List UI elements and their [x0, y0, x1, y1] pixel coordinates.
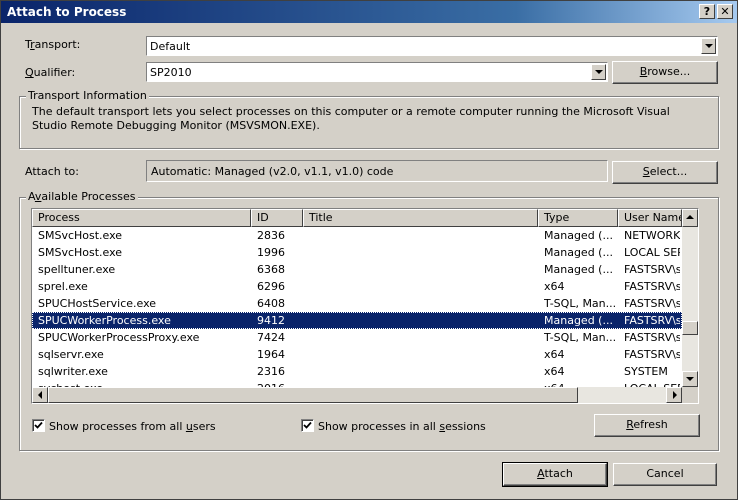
- dialog-title: Attach to Process: [7, 5, 127, 19]
- show-all-users-checkbox[interactable]: [32, 419, 45, 432]
- column-header-title[interactable]: Title: [303, 209, 538, 227]
- refresh-button[interactable]: Refresh: [594, 414, 700, 437]
- process-type-cell: T-SQL, Man...: [544, 331, 616, 344]
- process-name-cell: SPUCHostService.exe: [38, 297, 157, 310]
- scroll-left-button[interactable]: [32, 387, 48, 403]
- transport-information-text: The default transport lets you select pr…: [32, 105, 670, 132]
- chevron-down-icon[interactable]: [701, 38, 716, 54]
- attach-to-process-dialog: Attach to Process ? ✕ Transport: Default…: [0, 0, 738, 500]
- process-id-cell: 7424: [257, 331, 285, 344]
- process-type-cell: x64: [544, 280, 565, 293]
- process-type-cell: Managed (...: [544, 263, 613, 276]
- checkmark-icon: [34, 421, 43, 429]
- process-user-cell: FASTSRV\se: [624, 280, 680, 293]
- browse-button[interactable]: Browse...: [612, 61, 718, 84]
- horizontal-scrollbar[interactable]: [32, 387, 682, 403]
- help-button[interactable]: ?: [699, 4, 715, 19]
- column-header-process[interactable]: Process: [32, 209, 251, 227]
- process-name-cell: SMSvcHost.exe: [38, 246, 123, 259]
- process-type-cell: T-SQL, Man...: [544, 297, 616, 310]
- arrow-down-icon: [686, 377, 694, 381]
- cancel-button[interactable]: Cancel: [613, 463, 717, 486]
- checkmark-icon: [303, 421, 312, 429]
- qualifier-label: Qualifier:: [25, 66, 76, 79]
- process-user-cell: FASTSRV\se: [624, 297, 680, 310]
- arrow-right-icon: [673, 391, 677, 399]
- process-name-cell: SPUCWorkerProcessProxy.exe: [38, 331, 200, 344]
- process-id-cell: 6296: [257, 280, 285, 293]
- process-list-header: Process ID Title Type User Name: [32, 209, 682, 227]
- title-bar[interactable]: Attach to Process ? ✕: [1, 1, 737, 23]
- column-header-user-name[interactable]: User Name: [618, 209, 682, 227]
- close-button[interactable]: ✕: [717, 4, 733, 19]
- table-row[interactable]: SPUCWorkerProcess.exe 9412 Managed (... FAS…: [32, 312, 682, 329]
- scroll-right-button[interactable]: [666, 387, 682, 403]
- process-id-cell: 1996: [257, 246, 285, 259]
- process-type-cell: Managed (...: [544, 314, 613, 327]
- qualifier-value: SP2010: [150, 66, 192, 79]
- process-id-cell: 6368: [257, 263, 285, 276]
- process-name-cell: sqlservr.exe: [38, 348, 104, 361]
- process-type-cell: x64: [544, 365, 565, 378]
- process-user-cell: FASTSRV\se: [624, 263, 680, 276]
- process-id-cell: 2836: [257, 229, 285, 242]
- table-row[interactable]: SMSvcHost.exe 1996 Managed (... LOCAL SERVI…: [32, 244, 682, 261]
- process-user-cell: SYSTEM: [624, 365, 668, 378]
- attach-button[interactable]: Attach: [502, 462, 608, 487]
- process-user-cell: LOCAL SERVICE: [624, 246, 680, 259]
- process-name-cell: SMSvcHost.exe: [38, 229, 123, 242]
- process-user-cell: FASTSRV\sq: [624, 348, 680, 361]
- arrow-up-icon: [686, 215, 694, 219]
- show-all-sessions-checkbox[interactable]: [301, 419, 314, 432]
- process-name-cell: spelltuner.exe: [38, 263, 116, 276]
- table-row[interactable]: sprel.exe 6296 x64 FASTSRV\se: [32, 278, 682, 295]
- transport-information-group: Transport Information The default transp…: [19, 89, 719, 149]
- table-row[interactable]: SPUCWorkerProcessProxy.exe 7424 T-SQL, Man…: [32, 329, 682, 346]
- process-id-cell: 6408: [257, 297, 285, 310]
- scrollbar-corner: [682, 387, 698, 403]
- arrow-left-icon: [38, 391, 42, 399]
- process-rows: SMSvcHost.exe 2836 Managed (... NETWORK SER…: [32, 227, 682, 387]
- table-row[interactable]: SPUCHostService.exe 6408 T-SQL, Man... FAST…: [32, 295, 682, 312]
- scroll-up-button[interactable]: [682, 209, 698, 227]
- qualifier-combobox[interactable]: SP2010: [146, 62, 608, 82]
- chevron-down-icon[interactable]: [591, 64, 606, 80]
- process-type-cell: Managed (...: [544, 246, 613, 259]
- horizontal-scroll-thumb[interactable]: [48, 387, 578, 403]
- process-name-cell: sprel.exe: [38, 280, 88, 293]
- process-name-cell: SPUCWorkerProcess.exe: [38, 314, 171, 327]
- process-user-cell: FASTSRV\se: [624, 331, 680, 344]
- process-name-cell: sqlwriter.exe: [38, 365, 108, 378]
- column-header-id[interactable]: ID: [251, 209, 303, 227]
- show-all-sessions-label[interactable]: Show processes in all sessions: [318, 420, 486, 433]
- table-row[interactable]: spelltuner.exe 6368 Managed (... FASTSRV\se: [32, 261, 682, 278]
- vertical-scrollbar[interactable]: [682, 209, 698, 387]
- transport-information-legend: Transport Information: [26, 89, 149, 102]
- process-id-cell: 1964: [257, 348, 285, 361]
- attach-to-value: Automatic: Managed (v2.0, v1.1, v1.0) co…: [151, 165, 394, 178]
- attach-to-field: Automatic: Managed (v2.0, v1.1, v1.0) co…: [146, 160, 608, 182]
- vertical-scroll-thumb[interactable]: [682, 321, 698, 335]
- select-button[interactable]: Select...: [612, 161, 718, 184]
- scroll-down-button[interactable]: [682, 371, 698, 387]
- process-list[interactable]: Process ID Title Type User Name SMSvcHos…: [31, 208, 699, 404]
- show-all-users-label[interactable]: Show processes from all users: [49, 420, 216, 433]
- transport-label: Transport:: [25, 38, 81, 51]
- table-row[interactable]: svchost.exe2016x64LOCAL SERVICE: [32, 380, 682, 387]
- table-row[interactable]: SMSvcHost.exe 2836 Managed (... NETWORK SER…: [32, 227, 682, 244]
- transport-value: Default: [150, 40, 191, 53]
- transport-select[interactable]: Default: [146, 36, 718, 56]
- attach-to-label: Attach to:: [25, 165, 79, 178]
- process-user-cell: FASTSRV\se: [624, 314, 680, 327]
- table-row[interactable]: sqlwriter.exe 2316 x64 SYSTEM: [32, 363, 682, 380]
- process-user-cell: NETWORK SERVICE: [624, 229, 680, 242]
- column-header-type[interactable]: Type: [538, 209, 618, 227]
- process-type-cell: Managed (...: [544, 229, 613, 242]
- available-processes-legend: Available Processes: [26, 190, 138, 203]
- process-type-cell: x64: [544, 348, 565, 361]
- process-id-cell: 9412: [257, 314, 285, 327]
- table-row[interactable]: sqlservr.exe 1964 x64 FASTSRV\sq: [32, 346, 682, 363]
- process-id-cell: 2316: [257, 365, 285, 378]
